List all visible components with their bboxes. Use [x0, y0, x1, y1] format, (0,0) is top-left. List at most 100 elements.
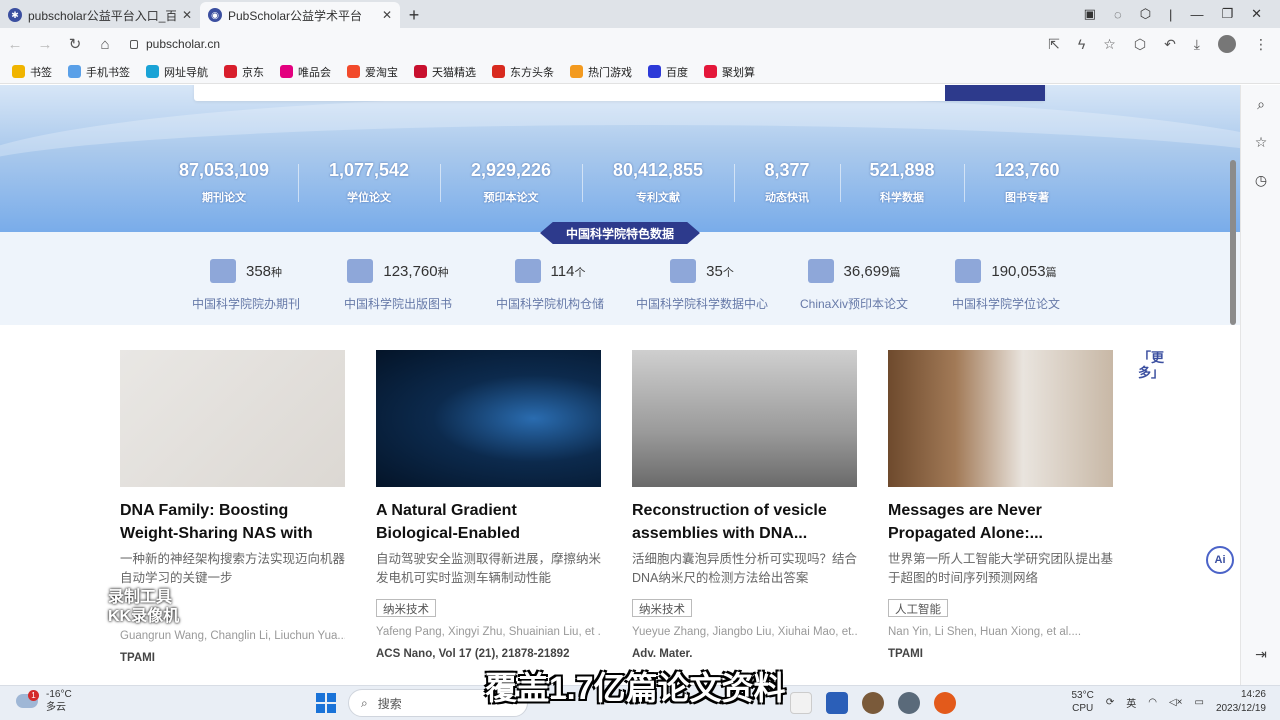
tab-baidu-search[interactable]: ✱ pubscholar公益平台入口_百度搜 ✕ — [0, 2, 200, 28]
bookmark-item[interactable]: 唯品会 — [280, 64, 331, 80]
cas-data-item[interactable]: 123,760种 中国科学院出版图书 — [322, 257, 474, 312]
article-card[interactable]: A Natural Gradient Biological-Enabled Mu… — [376, 350, 601, 664]
page-content: 87,053,109 期刊论文 1,077,542 学位论文 2,929,226 预印本论… — [0, 85, 1240, 685]
cas-data-item[interactable]: 114个 中国科学院机构仓储 — [474, 257, 626, 312]
stat-item[interactable]: 8,377 动态快讯 — [734, 160, 840, 205]
avatar[interactable] — [1218, 35, 1236, 53]
cas-data-item[interactable]: 35个 中国科学院科学数据中心 — [626, 257, 778, 312]
article-tag[interactable]: 人工智能 — [888, 599, 948, 617]
back-button[interactable]: ← — [0, 36, 30, 53]
stat-item[interactable]: 521,898 科学数据 — [840, 160, 964, 205]
robot-hand-image[interactable] — [120, 350, 345, 487]
taskbar-search-placeholder: 搜索 — [377, 696, 402, 711]
article-tag[interactable]: 纳米技术 — [376, 599, 436, 617]
bookmark-item[interactable]: 聚划算 — [704, 64, 755, 80]
close-tab-icon[interactable]: ✕ — [182, 8, 192, 22]
stat-item[interactable]: 123,760 图书专著 — [964, 160, 1090, 205]
article-title[interactable]: A Natural Gradient Biological-Enabled Mu… — [376, 499, 601, 545]
article-tag[interactable]: 纳米技术 — [632, 599, 692, 617]
extensions-icon[interactable]: ⬡ — [1140, 6, 1151, 22]
stat-item[interactable]: 1,077,542 学位论文 — [298, 160, 440, 205]
article-authors: Guangrun Wang, Changlin Li, Liuchun Yua.… — [120, 630, 345, 642]
taskbar-app-icon[interactable] — [862, 692, 884, 714]
collapse-sidebar-icon[interactable]: ⇥ — [1241, 635, 1280, 673]
bookmark-item[interactable]: 网址导航 — [146, 64, 208, 80]
taskbar-app-icon[interactable] — [934, 692, 956, 714]
vip-icon — [280, 65, 293, 78]
bookmark-item[interactable]: 百度 — [648, 64, 688, 80]
bookmark-item[interactable]: 书签 — [12, 64, 52, 80]
tab-actions-icon[interactable]: ▣ — [1084, 6, 1096, 22]
favorites-star-icon[interactable]: ☆ — [1241, 123, 1280, 161]
humanoid-robot-image[interactable] — [888, 350, 1113, 487]
new-tab-button[interactable]: + — [400, 2, 428, 28]
stat-item[interactable]: 2,929,226 预印本论文 — [440, 160, 582, 205]
bookmark-star-icon[interactable]: ☆ — [1103, 36, 1116, 53]
cas-unit: 个 — [574, 266, 586, 279]
forward-button[interactable]: → — [30, 36, 60, 53]
article-title[interactable]: Messages are Never Propagated Alone:... — [888, 499, 1113, 545]
article-card[interactable]: Reconstruction of vesicle assemblies wit… — [632, 350, 857, 664]
menu-icon[interactable]: ⋮ — [1254, 36, 1268, 53]
cpu-temp-widget[interactable]: 53°C CPU — [1071, 689, 1093, 715]
bookmark-item[interactable]: 爱淘宝 — [347, 64, 398, 80]
stat-label: 期刊论文 — [202, 192, 246, 204]
cas-data-item[interactable]: 358种 中国科学院院办期刊 — [170, 257, 322, 312]
ai-assistant-button[interactable]: Ai — [1206, 546, 1234, 574]
lightning-icon[interactable]: ϟ — [1078, 36, 1085, 52]
url-field[interactable]: pubscholar.cn — [130, 37, 220, 51]
download-icon[interactable]: ⤓ — [1194, 36, 1200, 53]
bookmark-item[interactable]: 京东 — [224, 64, 264, 80]
reload-button[interactable]: ↻ — [60, 35, 90, 53]
start-button[interactable] — [316, 693, 336, 713]
search-input[interactable] — [194, 85, 1045, 101]
undo-icon[interactable]: ↶ — [1164, 36, 1176, 53]
share-icon[interactable]: ⇱ — [1048, 36, 1060, 53]
clock[interactable]: 14:26 2023/12/19 — [1216, 688, 1266, 716]
robot-arm-flower-image[interactable] — [632, 350, 857, 487]
maximize-button[interactable]: ❐ — [1221, 6, 1233, 22]
article-title[interactable]: Reconstruction of vesicle assemblies wit… — [632, 499, 857, 545]
article-authors: Yafeng Pang, Xingyi Zhu, Shuainian Liu, … — [376, 626, 601, 638]
cas-count: 190,053 — [991, 262, 1046, 280]
history-icon[interactable]: ◷ — [1241, 161, 1280, 199]
wifi-icon[interactable]: ◠ — [1148, 697, 1157, 708]
extension-icon[interactable]: ⬡ — [1134, 36, 1146, 53]
cas-data-item[interactable]: 36,699篇 ChinaXiv预印本论文 — [778, 257, 930, 312]
settings-gear-icon[interactable] — [898, 692, 920, 714]
toutiao-icon — [492, 65, 505, 78]
volume-icon[interactable]: ◁× — [1169, 697, 1183, 708]
data-stream-image[interactable] — [376, 350, 601, 487]
weather-widget[interactable]: 1 -16°C 多云 — [16, 688, 72, 714]
sync-icon[interactable]: ⟳ — [1106, 697, 1114, 708]
stat-item[interactable]: 87,053,109 期刊论文 — [150, 160, 298, 205]
article-card[interactable]: Messages are Never Propagated Alone:... … — [888, 350, 1113, 664]
watermark-line1: 录制工具 — [108, 589, 173, 606]
home-button[interactable]: ⌂ — [90, 36, 120, 53]
stat-item[interactable]: 80,412,855 专利文献 — [582, 160, 734, 205]
bookmark-item[interactable]: 东方头条 — [492, 64, 554, 80]
word-icon[interactable] — [826, 692, 848, 714]
ime-indicator[interactable]: 英 — [1126, 695, 1136, 710]
stat-value: 123,760 — [994, 160, 1060, 180]
watermark-line2: KK录像机 — [108, 608, 180, 625]
taskbar-app-icon[interactable] — [790, 692, 812, 714]
bookmark-item[interactable]: 手机书签 — [68, 64, 130, 80]
minimize-button[interactable]: — — [1190, 7, 1203, 22]
article-title[interactable]: DNA Family: Boosting Weight-Sharing NAS … — [120, 499, 345, 545]
close-tab-icon[interactable]: ✕ — [382, 8, 392, 22]
close-window-button[interactable]: ✕ — [1251, 6, 1262, 22]
scrollbar[interactable] — [1230, 160, 1236, 325]
cas-unit: 种 — [271, 266, 283, 279]
stat-value: 2,929,226 — [470, 160, 552, 180]
tab-pubscholar[interactable]: ◉ PubScholar公益学术平台 ✕ — [200, 2, 400, 28]
incognito-icon[interactable]: ◌ — [1114, 7, 1122, 22]
bookmark-item[interactable]: 天猫精选 — [414, 64, 476, 80]
cas-data-item[interactable]: 190,053篇 中国科学院学位论文 — [930, 257, 1082, 312]
battery-icon[interactable]: ▭ — [1194, 697, 1203, 708]
more-link[interactable]: 「更多」 — [1138, 350, 1164, 380]
search-button[interactable] — [945, 85, 1045, 101]
baidu-paw-icon: ✱ — [8, 8, 22, 22]
search-icon[interactable]: ⌕ — [1241, 85, 1280, 123]
bookmark-item[interactable]: 热门游戏 — [570, 64, 632, 80]
